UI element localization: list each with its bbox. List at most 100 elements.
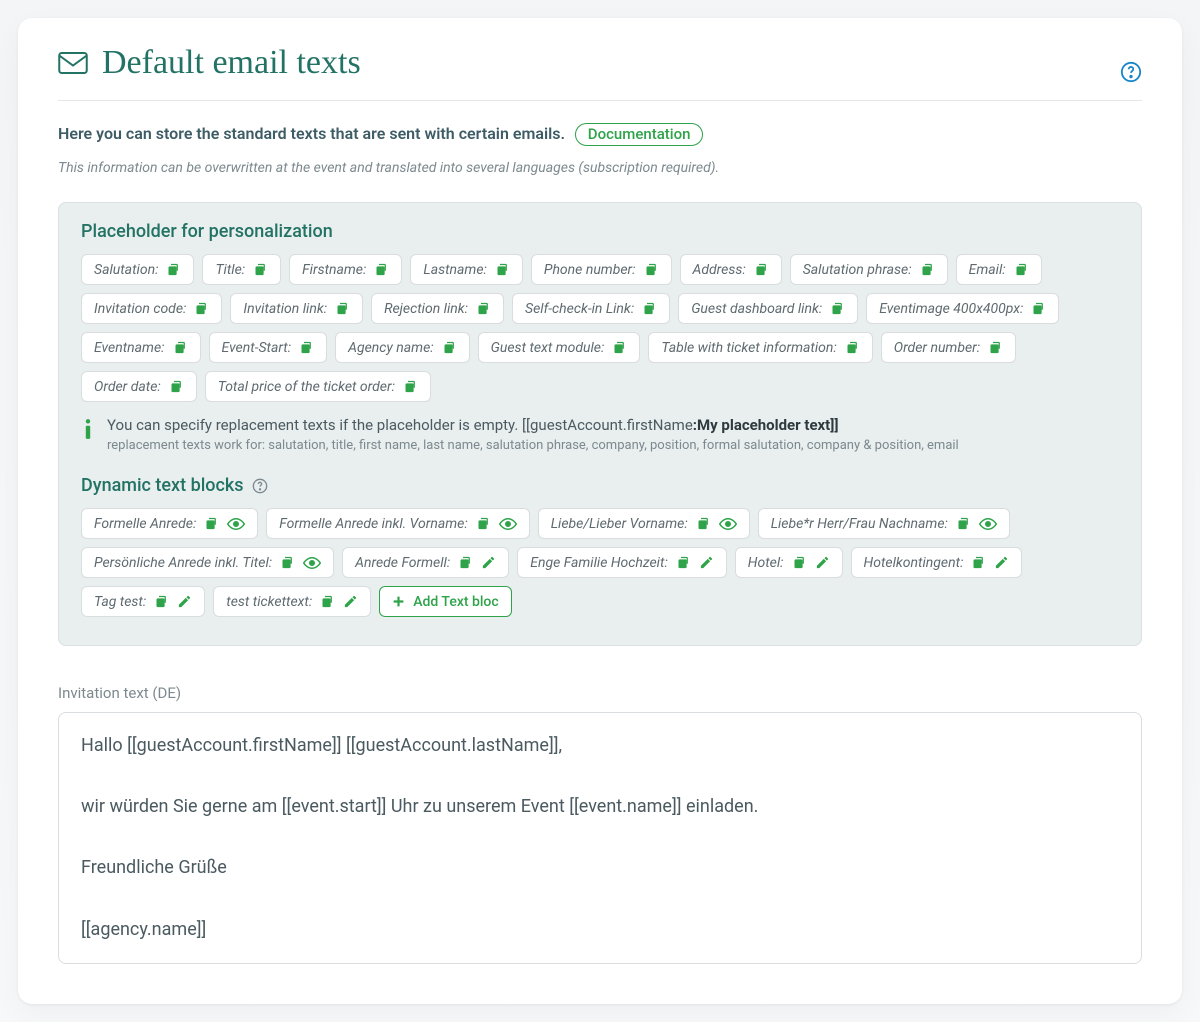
copy-icon[interactable] — [792, 555, 807, 570]
dynamic-block-chip[interactable]: Anrede Formell — [342, 547, 509, 578]
placeholder-chip[interactable]: Order date — [81, 371, 197, 402]
copy-icon[interactable] — [320, 594, 335, 609]
dynamic-block-chip[interactable]: Tag test — [81, 586, 205, 617]
placeholder-chip[interactable]: Firstname — [289, 254, 402, 285]
help-circle-icon[interactable] — [252, 478, 268, 494]
placeholder-chip[interactable]: Order number — [881, 332, 1016, 363]
copy-icon[interactable] — [754, 262, 769, 277]
documentation-link[interactable]: Documentation — [575, 123, 704, 146]
edit-icon[interactable] — [343, 594, 358, 609]
placeholder-chip[interactable]: Phone number — [531, 254, 672, 285]
plus-icon — [392, 595, 405, 608]
placeholder-chip[interactable]: Agency name — [335, 332, 470, 363]
placeholder-chip[interactable]: Guest text module — [478, 332, 641, 363]
placeholder-chip[interactable]: Eventname — [81, 332, 201, 363]
copy-icon[interactable] — [676, 555, 691, 570]
copy-icon[interactable] — [335, 301, 350, 316]
copy-icon[interactable] — [612, 340, 627, 355]
dynamic-block-chip[interactable]: Persönliche Anrede inkl. Titel — [81, 547, 334, 578]
copy-icon[interactable] — [166, 262, 181, 277]
info-icon — [81, 418, 95, 440]
page-title-text: Default email texts — [102, 44, 361, 82]
placeholder-chip[interactable]: Rejection link — [371, 293, 504, 324]
eye-icon[interactable] — [979, 517, 997, 531]
invitation-label: Invitation text (DE) — [58, 684, 1142, 702]
copy-icon[interactable] — [971, 555, 986, 570]
copy-icon[interactable] — [173, 340, 188, 355]
copy-icon[interactable] — [299, 340, 314, 355]
placeholder-chip[interactable]: Table with ticket information — [648, 332, 872, 363]
intro-text: Here you can store the standard texts th… — [58, 124, 565, 143]
copy-icon[interactable] — [169, 379, 184, 394]
copy-icon[interactable] — [1031, 301, 1046, 316]
dynamic-block-list: Formelle Anrede Formelle Anrede inkl. Vor… — [81, 508, 1119, 617]
copy-icon[interactable] — [1014, 262, 1029, 277]
copy-icon[interactable] — [280, 555, 295, 570]
divider — [58, 100, 1142, 101]
copy-icon[interactable] — [442, 340, 457, 355]
copy-icon[interactable] — [154, 594, 169, 609]
placeholder-chip[interactable]: Title — [202, 254, 281, 285]
info-row: You can specify replacement texts if the… — [81, 416, 1119, 453]
intro-row: Here you can store the standard texts th… — [58, 123, 1142, 146]
copy-icon[interactable] — [988, 340, 1003, 355]
copy-icon[interactable] — [476, 516, 491, 531]
dynamic-block-chip[interactable]: Liebe/Lieber Vorname — [538, 508, 750, 539]
copy-icon[interactable] — [374, 262, 389, 277]
dynamic-heading: Dynamic text blocks — [81, 475, 1119, 496]
copy-icon[interactable] — [644, 262, 659, 277]
dynamic-block-chip[interactable]: Liebe*r Herr/Frau Nachname — [758, 508, 1010, 539]
edit-icon[interactable] — [481, 555, 496, 570]
eye-icon[interactable] — [303, 556, 321, 570]
copy-icon[interactable] — [696, 516, 711, 531]
copy-icon[interactable] — [495, 262, 510, 277]
invitation-text-area[interactable]: Hallo [[guestAccount.firstName]] [[guest… — [58, 712, 1142, 964]
edit-icon[interactable] — [994, 555, 1009, 570]
copy-icon[interactable] — [204, 516, 219, 531]
dynamic-block-chip[interactable]: Hotelkontingent — [851, 547, 1023, 578]
edit-icon[interactable] — [699, 555, 714, 570]
placeholder-list: Salutation Title Firstname Lastname Phone nu… — [81, 254, 1119, 402]
placeholder-chip[interactable]: Self-check-in Link — [512, 293, 670, 324]
placeholder-chip[interactable]: Salutation phrase — [790, 254, 948, 285]
help-icon[interactable] — [1120, 61, 1142, 83]
dynamic-block-chip[interactable]: test tickettext — [213, 586, 371, 617]
placeholder-chip[interactable]: Invitation code — [81, 293, 222, 324]
copy-icon[interactable] — [403, 379, 418, 394]
eye-icon[interactable] — [227, 517, 245, 531]
placeholders-heading: Placeholder for personalization — [81, 221, 1119, 242]
copy-icon[interactable] — [253, 262, 268, 277]
placeholder-chip[interactable]: Guest dashboard link — [678, 293, 858, 324]
placeholder-chip[interactable]: Invitation link — [230, 293, 363, 324]
placeholder-chip[interactable]: Address — [680, 254, 782, 285]
note-text: This information can be overwritten at t… — [58, 160, 1142, 176]
copy-icon[interactable] — [194, 301, 209, 316]
dynamic-block-chip[interactable]: Enge Familie Hochzeit — [517, 547, 727, 578]
placeholder-chip[interactable]: Total price of the ticket order — [205, 371, 431, 402]
dynamic-block-chip[interactable]: Hotel — [735, 547, 843, 578]
placeholder-chip[interactable]: Email — [956, 254, 1042, 285]
dynamic-block-chip[interactable]: Formelle Anrede — [81, 508, 258, 539]
placeholder-chip[interactable]: Salutation — [81, 254, 194, 285]
eye-icon[interactable] — [499, 517, 517, 531]
copy-icon[interactable] — [476, 301, 491, 316]
placeholder-chip[interactable]: Event-Start — [209, 332, 328, 363]
copy-icon[interactable] — [920, 262, 935, 277]
copy-icon[interactable] — [642, 301, 657, 316]
envelope-icon — [58, 51, 88, 75]
copy-icon[interactable] — [458, 555, 473, 570]
dynamic-block-chip[interactable]: Formelle Anrede inkl. Vorname — [266, 508, 529, 539]
info-head: You can specify replacement texts if the… — [107, 416, 959, 434]
placeholder-chip[interactable]: Eventimage 400x400px — [866, 293, 1059, 324]
copy-icon[interactable] — [956, 516, 971, 531]
settings-card: Default email texts Here you can store t… — [18, 18, 1182, 1004]
placeholder-chip[interactable]: Lastname — [410, 254, 523, 285]
edit-icon[interactable] — [815, 555, 830, 570]
eye-icon[interactable] — [719, 517, 737, 531]
page-title: Default email texts — [58, 44, 361, 82]
copy-icon[interactable] — [830, 301, 845, 316]
edit-icon[interactable] — [177, 594, 192, 609]
copy-icon[interactable] — [845, 340, 860, 355]
info-subline: replacement texts work for: salutation, … — [107, 438, 959, 453]
add-text-bloc-button[interactable]: Add Text bloc — [379, 586, 511, 617]
